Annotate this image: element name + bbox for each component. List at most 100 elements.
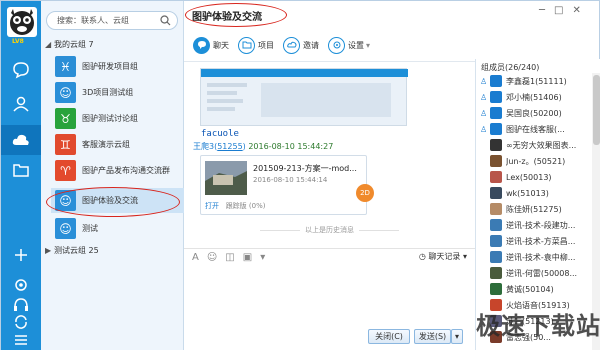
invite-tab[interactable]: 邀请 [283,36,319,54]
gear-icon [328,36,345,54]
group-label: 3D项目测试组 [82,88,134,97]
group-label: 客服演示云组 [82,140,130,149]
member-name: 逆讯-技术-段建功... [506,220,576,230]
screenshot-icon[interactable]: ◫ [225,252,234,263]
project-tab[interactable]: 项目 [238,36,274,54]
member-avatar [490,187,502,199]
message-area[interactable]: facuole 王爬3(51255) 2016-08-10 15:44:27 2… [184,61,475,247]
member-item[interactable]: ♙ 吴国良(50200) [476,105,592,121]
member-name: 邓小楠(51406) [506,92,562,102]
member-item[interactable]: ♙ 邓小楠(51406) [476,89,592,105]
member-role-icon: ♙ [480,76,488,86]
menu-icon[interactable] [12,331,30,349]
group-label: 图驴产品发布沟通交流群 [82,166,170,175]
sender-id-link[interactable]: 51255 [217,142,242,151]
group-item[interactable]: ☺ 测试 [51,216,184,241]
group-avatar: ♊ [55,134,76,155]
trace-version-text: 跟踪版 (0%) [225,202,266,210]
minimize-icon[interactable]: ─ [539,5,545,16]
text-message: facuole [201,129,239,139]
member-name: 李鑫磊1(51111) [506,76,567,86]
member-name: 逆讯-技术-方菜昌... [506,236,576,246]
settings-tab[interactable]: 设置 ▾ [328,36,370,54]
group-item[interactable]: ♈ 图驴产品发布沟通交流群 [51,158,184,183]
search-input[interactable]: 搜索：联系人、云组 [46,11,178,30]
group-panel: 搜索：联系人、云组 ◢ 我的云组 7 ♓ 图驴研发项目组 ☺ 3D项目测试组 ♉ 图驴测… [41,1,184,350]
cloud-plus-icon [283,36,300,54]
member-item[interactable]: wk(51013) [476,185,592,201]
earphone-icon[interactable] [12,296,30,314]
font-icon[interactable]: A [192,252,199,263]
user-avatar[interactable] [7,7,37,37]
send-button[interactable]: 发送(S) [414,329,451,344]
send-options-button[interactable]: ▾ [451,329,463,344]
group-avatar: ♓ [55,56,76,77]
group-avatar: ♉ [55,108,76,129]
plus-icon[interactable] [12,246,30,264]
member-avatar [490,107,502,119]
member-avatar [490,139,502,151]
maximize-icon[interactable]: □ [554,5,563,16]
window-controls: ─ □ ✕ [539,5,581,16]
search-icon[interactable] [160,15,171,26]
group-label: 图驴测试讨论组 [82,114,138,123]
image-message[interactable] [200,68,408,126]
message-sender-line: 王爬3(51255) 2016-08-10 15:44:27 [193,142,334,151]
gear-icon[interactable] [12,276,30,294]
member-avatar [490,123,502,135]
chat-tab[interactable]: 聊天 [193,36,229,54]
group-item[interactable]: ♉ 图驴测试讨论组 [51,106,184,131]
member-avatar [490,283,502,295]
member-name: Lex(50013) [506,172,552,182]
member-name: 逆讯-技术-袁中柳... [506,252,576,262]
group-avatar: ☺ [55,190,76,211]
member-name: 图驴在线客服(... [506,124,565,134]
member-item[interactable]: ♙ 图驴在线客服(... [476,121,592,137]
expand-arrow-icon: ▶ [45,246,52,255]
group-label: 图驴体验及交流 [82,196,138,205]
member-avatar [490,171,502,183]
send-row: 关闭(C) 发送(S) ▾ [184,329,475,347]
contacts-icon[interactable] [12,95,30,113]
member-name: 吴国良(50200) [506,108,562,118]
close-icon[interactable]: ✕ [572,5,580,16]
emoji-icon[interactable]: ☺ [207,252,217,263]
member-role-icon: ♙ [480,92,488,102]
group-item[interactable]: ☺ 3D项目测试组 [51,80,184,105]
member-item[interactable]: 逆讯-技术-段建功... [476,217,592,233]
member-item[interactable]: 陈佳妍(51275) [476,201,592,217]
member-item[interactable]: ∞无穷大效果图表... [476,137,592,153]
group-avatar: ☺ [55,82,76,103]
group-label: 测试 [82,224,98,233]
member-item[interactable]: 逆讯-技术-袁中柳... [476,249,592,265]
sync-icon[interactable] [12,313,30,331]
close-button[interactable]: 关闭(C) [368,329,410,344]
image-icon[interactable]: ▣ [243,252,252,263]
member-avatar [490,251,502,263]
member-item[interactable]: 逆讯-技术-方菜昌... [476,233,592,249]
group-item[interactable]: ♊ 客服演示云组 [51,132,184,157]
folder-icon[interactable] [12,161,30,179]
member-name: Jun-z。(50521) [506,156,566,166]
group-item-selected[interactable]: ☺ 图驴体验及交流 [51,188,184,213]
member-item[interactable]: ♙ 李鑫磊1(51111) [476,73,592,89]
file-card[interactable]: 201509-213-方案一-mod... 2016-08-10 15:44:1… [200,155,374,215]
group-item[interactable]: ♓ 图驴研发项目组 [51,54,184,79]
member-avatar [490,75,502,87]
member-item[interactable]: 黄诚(50104) [476,281,592,297]
member-avatar [490,235,502,247]
my-groups-header[interactable]: ◢ 我的云组 7 [45,38,94,52]
collapse-arrow-icon: ◢ [45,40,52,49]
chat-bubble-icon[interactable] [12,61,30,79]
member-item[interactable]: Jun-z。(50521) [476,153,592,169]
test-groups-header[interactable]: ▶ 测试云组 25 [45,244,99,258]
message-time: 2016-08-10 15:44:27 [248,142,334,151]
more-icon[interactable]: ▾ [260,252,265,263]
cloud-icon[interactable] [12,131,30,149]
open-file-link[interactable]: 打开 [205,202,219,210]
member-avatar [490,203,502,215]
member-item[interactable]: 逆讯-何雷(50008... [476,265,592,281]
history-button[interactable]: ◷ 聊天记录 ▾ [419,251,467,262]
group-avatar: ♈ [55,160,76,181]
member-item[interactable]: Lex(50013) [476,169,592,185]
